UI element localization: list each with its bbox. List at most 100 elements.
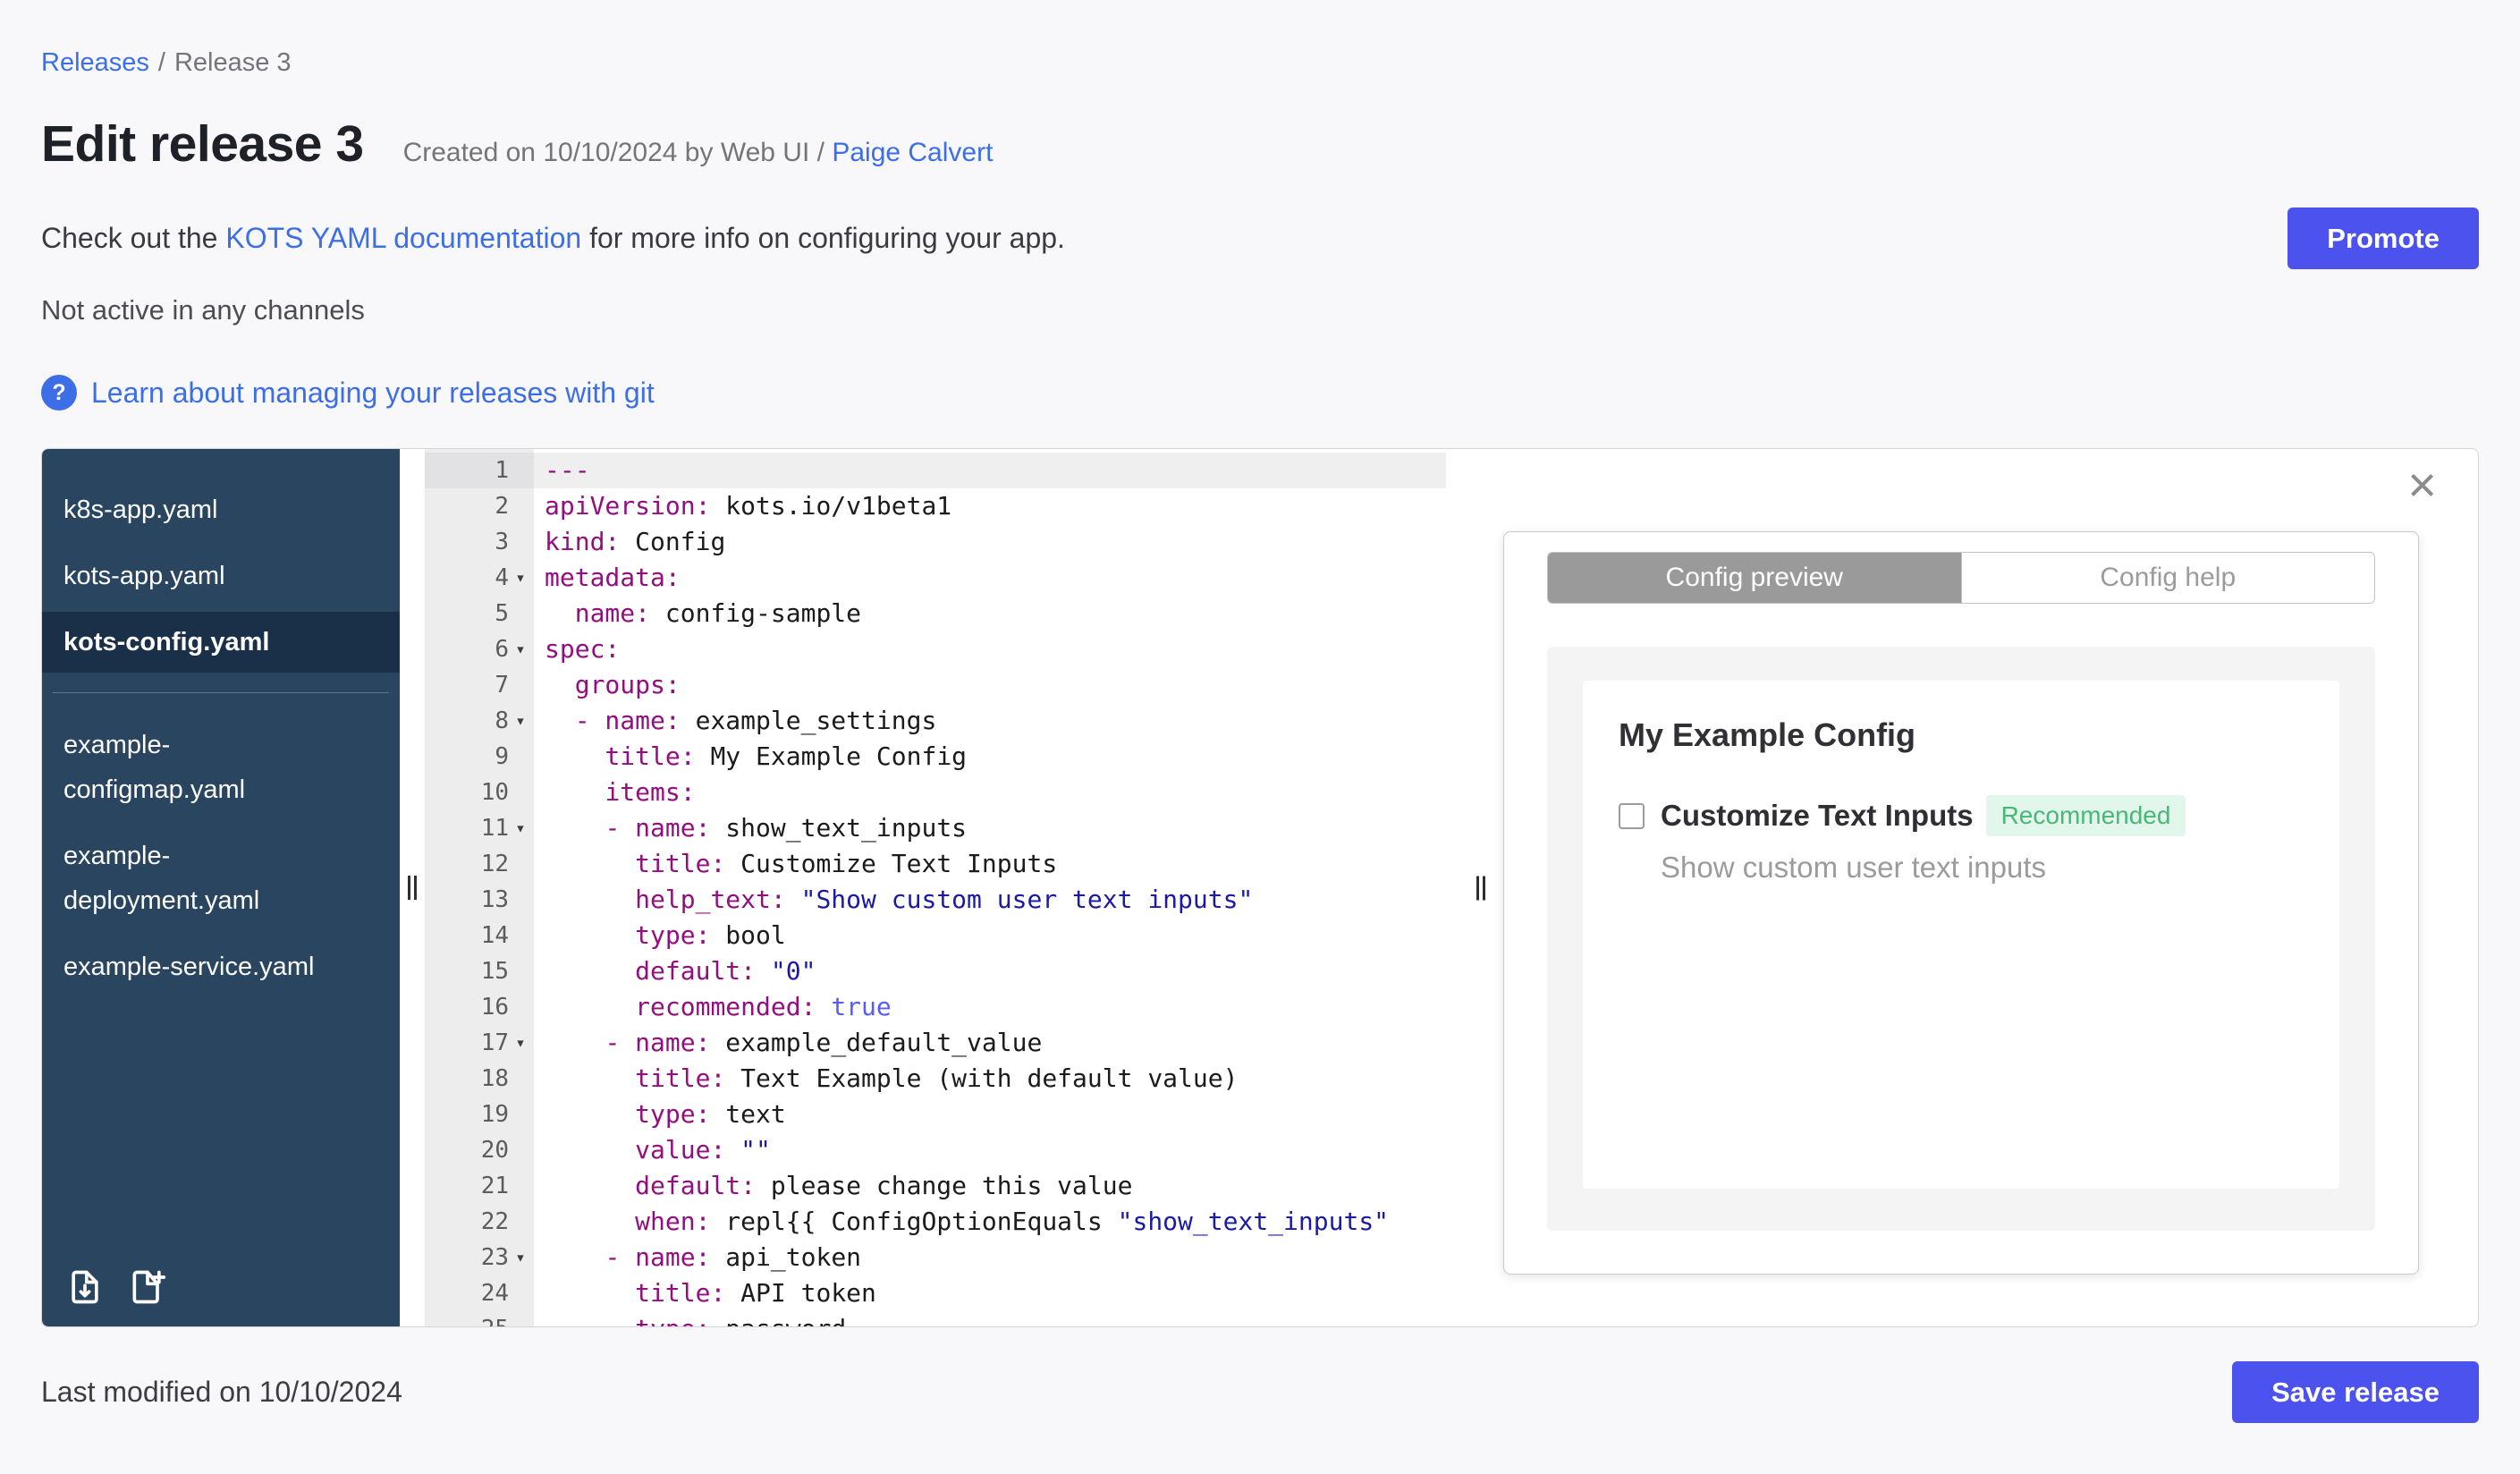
config-group-title: My Example Config bbox=[1619, 716, 1916, 753]
code-line-7[interactable]: groups: bbox=[545, 667, 1446, 703]
gutter-line-4[interactable]: 4 ▾ bbox=[425, 560, 534, 596]
code-line-4[interactable]: metadata: bbox=[545, 560, 1446, 596]
code-line-9[interactable]: title: My Example Config bbox=[545, 739, 1446, 775]
gutter-line-9: 9 bbox=[495, 743, 509, 770]
code-line-19[interactable]: type: text bbox=[545, 1097, 1446, 1132]
gutter-line-17[interactable]: 17 ▾ bbox=[425, 1025, 534, 1061]
page-title: Edit release 3 bbox=[41, 115, 364, 173]
gutter-line-18: 18 bbox=[480, 1065, 509, 1092]
code-line-3[interactable]: kind: Config bbox=[545, 524, 1446, 560]
gutter-line-7: 7 bbox=[495, 672, 509, 699]
fold-arrow-icon[interactable]: ▾ bbox=[509, 711, 532, 731]
tab-config-help[interactable]: Config help bbox=[1960, 553, 2374, 603]
gutter-line-12: 12 bbox=[480, 851, 509, 877]
save-release-button[interactable]: Save release bbox=[2232, 1361, 2479, 1423]
file-tree-resize-handle[interactable] bbox=[400, 449, 425, 1326]
file-item-kots-config.yaml[interactable]: kots-config.yaml bbox=[42, 612, 400, 673]
code-line-13[interactable]: help_text: "Show custom user text inputs… bbox=[545, 882, 1446, 918]
file-item-example-service.yaml[interactable]: example-service.yaml bbox=[42, 936, 341, 997]
code-line-25[interactable]: type: password bbox=[545, 1311, 1446, 1326]
code-line-5[interactable]: name: config-sample bbox=[545, 596, 1446, 631]
config-preview-panel: My Example Config Customize Text Inputs … bbox=[1547, 647, 2375, 1231]
breadcrumb: Releases / Release 3 bbox=[41, 47, 2479, 79]
customize-text-inputs-checkbox[interactable] bbox=[1619, 802, 1645, 829]
promote-button[interactable]: Promote bbox=[2287, 208, 2479, 269]
gutter-line-13: 13 bbox=[480, 886, 509, 913]
code-line-8[interactable]: - name: example_settings bbox=[545, 703, 1446, 739]
recommended-badge: Recommended bbox=[1985, 795, 2186, 836]
breadcrumb-releases-link[interactable]: Releases bbox=[41, 48, 149, 77]
code-line-10[interactable]: items: bbox=[545, 775, 1446, 810]
code-line-11[interactable]: - name: show_text_inputs bbox=[545, 810, 1446, 846]
gutter-line-25: 25 bbox=[425, 1311, 534, 1326]
preview-resize-handle[interactable] bbox=[1476, 876, 1485, 900]
title-row: Edit release 3 Created on 10/10/2024 by … bbox=[41, 114, 2479, 174]
file-tree-actions bbox=[65, 1267, 167, 1307]
code-line-22[interactable]: when: repl{{ ConfigOptionEquals "show_te… bbox=[545, 1204, 1446, 1240]
code-line-21[interactable]: default: please change this value bbox=[545, 1168, 1446, 1204]
file-item-example-deployment.yaml[interactable]: example-deployment.yaml bbox=[42, 826, 341, 931]
drag-grip-icon bbox=[408, 876, 417, 900]
code-line-15[interactable]: default: "0" bbox=[545, 953, 1446, 989]
created-text: Created on 10/10/2024 by Web UI / bbox=[402, 138, 833, 167]
breadcrumb-separator: / bbox=[157, 48, 165, 77]
gutter-line-3: 3 bbox=[495, 529, 509, 555]
code-line-24[interactable]: title: API token bbox=[545, 1275, 1446, 1311]
code-line-14[interactable]: type: bool bbox=[545, 918, 1446, 953]
tab-config-preview[interactable]: Config preview bbox=[1548, 553, 1961, 603]
code-line-12[interactable]: title: Customize Text Inputs bbox=[545, 846, 1446, 882]
file-tree: k8s-app.yaml kots-app.yaml kots-config.yam… bbox=[42, 449, 400, 1326]
gutter-line-6[interactable]: 6 ▾ bbox=[425, 631, 534, 667]
gutter-line-14: 14 bbox=[480, 922, 509, 949]
code-line-16[interactable]: recommended: true bbox=[545, 989, 1446, 1025]
code-line-2[interactable]: apiVersion: kots.io/v1beta1 bbox=[545, 488, 1446, 524]
yaml-editor[interactable]: 1 2 3 4 ▾ 5 6 ▾ 7 8 ▾ 9 10 11 ▾ 12 13 14 15 16 17 ▾ 18 19 20 21 22… bbox=[425, 449, 1446, 1326]
docs-text: Check out the KOTS YAML documentation fo… bbox=[41, 222, 1065, 255]
gutter-line-1: 1 bbox=[425, 453, 534, 488]
gutter-line-11[interactable]: 11 ▾ bbox=[425, 810, 534, 846]
gutter-line-10: 10 bbox=[480, 779, 509, 806]
editor-code-area[interactable]: --- apiVersion: kots.io/v1beta1 kind: Conf… bbox=[534, 449, 1446, 1326]
new-file-icon[interactable] bbox=[128, 1267, 167, 1307]
gutter-line-16: 16 bbox=[480, 994, 509, 1021]
release-editor-page: Releases / Release 3 Edit release 3 Create… bbox=[0, 0, 2520, 1474]
gutter-line-15: 15 bbox=[480, 958, 509, 985]
git-help-link[interactable]: Learn about managing your releases with … bbox=[91, 377, 655, 410]
last-modified-text: Last modified on 10/10/2024 bbox=[41, 1376, 402, 1408]
preview-tabs: Config preview Config help bbox=[1547, 552, 2375, 604]
author-link[interactable]: Paige Calvert bbox=[832, 138, 993, 167]
channel-status: Not active in any channels bbox=[41, 294, 365, 326]
gutter-line-23[interactable]: 23 ▾ bbox=[425, 1240, 534, 1275]
drag-grip-icon bbox=[1476, 876, 1485, 900]
add-file-icon[interactable] bbox=[65, 1267, 105, 1307]
editor-gutter: 1 2 3 4 ▾ 5 6 ▾ 7 8 ▾ 9 10 11 ▾ 12 13 14 15 16 17 ▾ 18 19 20 21 22… bbox=[425, 449, 534, 1326]
fold-arrow-icon[interactable]: ▾ bbox=[509, 568, 532, 588]
config-preview-pane: × Config preview Config help My Example C… bbox=[1446, 449, 2478, 1326]
gutter-line-8[interactable]: 8 ▾ bbox=[425, 703, 534, 739]
footer: Last modified on 10/10/2024 Save release bbox=[41, 1361, 2479, 1423]
question-circle-icon[interactable]: ? bbox=[41, 375, 77, 411]
config-item-help-text: Show custom user text inputs bbox=[1661, 851, 2047, 884]
gutter-line-22: 22 bbox=[480, 1208, 509, 1235]
fold-arrow-icon[interactable]: ▾ bbox=[509, 1248, 532, 1267]
close-icon[interactable]: × bbox=[2407, 460, 2437, 510]
docs-suffix: for more info on configuring your app. bbox=[581, 222, 1065, 254]
fold-arrow-icon[interactable]: ▾ bbox=[509, 1033, 532, 1053]
file-list-bottom: example-configmap.yaml example-deployment… bbox=[42, 715, 400, 997]
code-line-18[interactable]: title: Text Example (with default value) bbox=[545, 1061, 1446, 1097]
code-line-17[interactable]: - name: example_default_value bbox=[545, 1025, 1446, 1061]
code-line-6[interactable]: spec: bbox=[545, 631, 1446, 667]
docs-prefix: Check out the bbox=[41, 222, 226, 254]
code-line-1[interactable]: --- bbox=[534, 453, 1446, 488]
file-item-k8s-app.yaml[interactable]: k8s-app.yaml bbox=[42, 479, 400, 540]
code-line-20[interactable]: value: "" bbox=[545, 1132, 1446, 1168]
kots-yaml-docs-link[interactable]: KOTS YAML documentation bbox=[225, 222, 581, 254]
code-line-23[interactable]: - name: api_token bbox=[545, 1240, 1446, 1275]
file-item-kots-app.yaml[interactable]: kots-app.yaml bbox=[42, 546, 400, 606]
file-list-top: k8s-app.yaml kots-app.yaml kots-config.yam… bbox=[42, 479, 400, 673]
gutter-line-2: 2 bbox=[495, 493, 509, 520]
file-item-example-configmap.yaml[interactable]: example-configmap.yaml bbox=[42, 715, 341, 820]
fold-arrow-icon[interactable]: ▾ bbox=[509, 818, 532, 838]
fold-arrow-icon[interactable]: ▾ bbox=[509, 640, 532, 659]
doc-row: Check out the KOTS YAML documentation fo… bbox=[41, 208, 2479, 269]
